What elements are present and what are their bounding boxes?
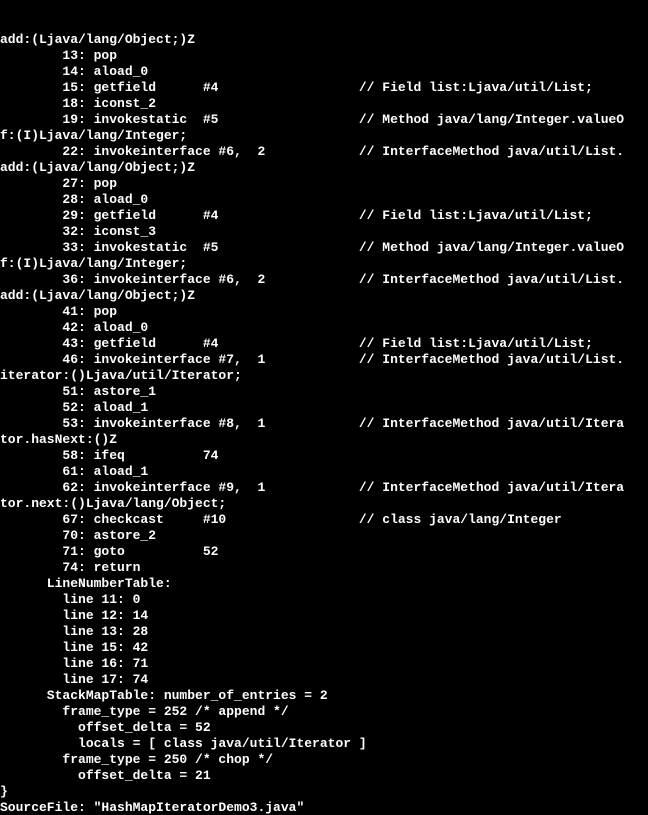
output-line: add:(Ljava/lang/Object;)Z (0, 32, 648, 48)
output-line: line 17: 74 (0, 672, 648, 688)
output-line: 74: return (0, 560, 648, 576)
output-line: 61: aload_1 (0, 464, 648, 480)
output-line: f:(I)Ljava/lang/Integer; (0, 128, 648, 144)
output-line: 28: aload_0 (0, 192, 648, 208)
output-line: line 13: 28 (0, 624, 648, 640)
output-line: offset_delta = 52 (0, 720, 648, 736)
output-line: locals = [ class java/util/Iterator ] (0, 736, 648, 752)
output-line: 41: pop (0, 304, 648, 320)
output-line: 62: invokeinterface #9, 1 // InterfaceMe… (0, 480, 648, 496)
output-line: SourceFile: "HashMapIteratorDemo3.java" (0, 800, 648, 815)
output-line: tor.hasNext:()Z (0, 432, 648, 448)
output-line: frame_type = 250 /* chop */ (0, 752, 648, 768)
output-line: 58: ifeq 74 (0, 448, 648, 464)
output-line: } (0, 784, 648, 800)
output-line: tor.next:()Ljava/lang/Object; (0, 496, 648, 512)
output-line: line 11: 0 (0, 592, 648, 608)
output-line: LineNumberTable: (0, 576, 648, 592)
output-line: frame_type = 252 /* append */ (0, 704, 648, 720)
output-line: 67: checkcast #10 // class java/lang/Int… (0, 512, 648, 528)
output-line: line 12: 14 (0, 608, 648, 624)
output-lines: add:(Ljava/lang/Object;)Z 13: pop 14: al… (0, 32, 648, 815)
output-line: 22: invokeinterface #6, 2 // InterfaceMe… (0, 144, 648, 160)
output-line: 36: invokeinterface #6, 2 // InterfaceMe… (0, 272, 648, 288)
output-line: f:(I)Ljava/lang/Integer; (0, 256, 648, 272)
output-line: 18: iconst_2 (0, 96, 648, 112)
output-line: 19: invokestatic #5 // Method java/lang/… (0, 112, 648, 128)
output-line: 42: aload_0 (0, 320, 648, 336)
output-line: offset_delta = 21 (0, 768, 648, 784)
output-line: 14: aload_0 (0, 64, 648, 80)
terminal-output[interactable]: add:(Ljava/lang/Object;)Z 13: pop 14: al… (0, 0, 648, 815)
output-line: add:(Ljava/lang/Object;)Z (0, 288, 648, 304)
output-line: StackMapTable: number_of_entries = 2 (0, 688, 648, 704)
output-line: 51: astore_1 (0, 384, 648, 400)
output-line: 43: getfield #4 // Field list:Ljava/util… (0, 336, 648, 352)
output-line: line 16: 71 (0, 656, 648, 672)
output-line: 32: iconst_3 (0, 224, 648, 240)
output-line: 52: aload_1 (0, 400, 648, 416)
output-line: iterator:()Ljava/util/Iterator; (0, 368, 648, 384)
output-line: 27: pop (0, 176, 648, 192)
output-line: 33: invokestatic #5 // Method java/lang/… (0, 240, 648, 256)
output-line: 70: astore_2 (0, 528, 648, 544)
output-line: 13: pop (0, 48, 648, 64)
output-line: 29: getfield #4 // Field list:Ljava/util… (0, 208, 648, 224)
output-line: 71: goto 52 (0, 544, 648, 560)
output-line: 15: getfield #4 // Field list:Ljava/util… (0, 80, 648, 96)
output-line: line 15: 42 (0, 640, 648, 656)
output-line: 53: invokeinterface #8, 1 // InterfaceMe… (0, 416, 648, 432)
output-line: add:(Ljava/lang/Object;)Z (0, 160, 648, 176)
output-line: 46: invokeinterface #7, 1 // InterfaceMe… (0, 352, 648, 368)
